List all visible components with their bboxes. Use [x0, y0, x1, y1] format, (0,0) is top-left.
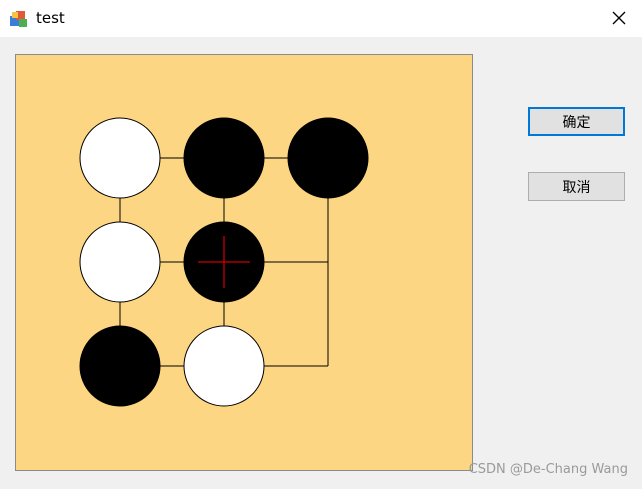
title-bar[interactable]: test: [0, 0, 642, 37]
board-canvas[interactable]: [16, 55, 474, 472]
white-stone[interactable]: [183, 325, 265, 407]
window-title: test: [36, 9, 65, 27]
white-stone[interactable]: [79, 117, 161, 199]
cancel-button[interactable]: 取消: [528, 172, 625, 201]
go-board[interactable]: [15, 54, 473, 471]
black-stone[interactable]: [287, 117, 369, 199]
app-icon: [9, 9, 29, 29]
watermark-text: CSDN @De-Chang Wang: [468, 462, 628, 477]
dialog-window: test 确定 取消 CSDN @De-Chang Wang: [0, 0, 642, 489]
close-icon: [612, 11, 626, 25]
ok-button[interactable]: 确定: [528, 107, 625, 136]
white-stone[interactable]: [79, 221, 161, 303]
black-stone[interactable]: [79, 325, 161, 407]
close-button[interactable]: [606, 5, 632, 31]
black-stone[interactable]: [183, 117, 265, 199]
